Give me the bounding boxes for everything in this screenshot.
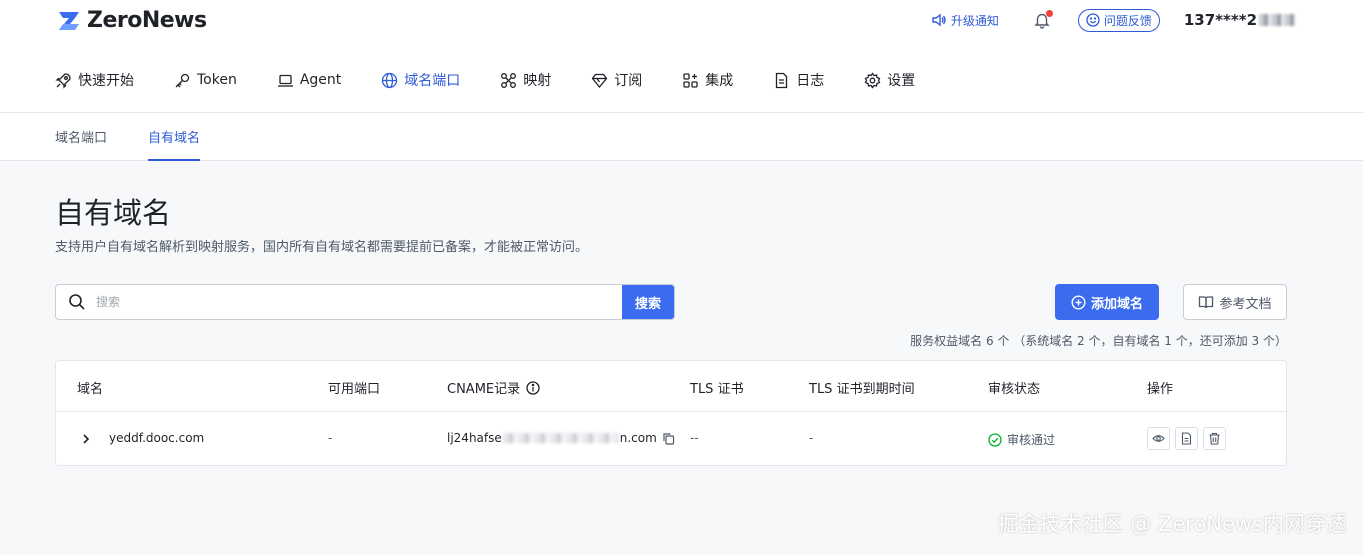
nav-item-agent[interactable]: Agent — [277, 72, 341, 89]
nav-item-label: 快速开始 — [78, 73, 134, 89]
status-cell: 审核通过 — [988, 431, 1055, 448]
smile-icon — [1086, 13, 1100, 27]
quota-text: 服务权益域名 6 个 （系统域名 2 个，自有域名 1 个，还可添加 3 个） — [910, 334, 1287, 348]
nav-item-token[interactable]: Token — [174, 72, 237, 89]
logo[interactable]: ZeroNews — [55, 8, 207, 33]
row-actions — [1147, 427, 1231, 450]
column-header-actions: 操作 — [1147, 382, 1174, 397]
logo-text: ZeroNews — [87, 8, 207, 33]
zeronews-logo-icon — [59, 11, 79, 30]
watermark: 掘金技术社区 @ ZeroNews内网穿透 — [997, 512, 1347, 536]
main-nav: 快速开始 Token Agent 域名端口 映射 订阅 集成 日志 设置 — [55, 68, 915, 92]
page-title: 自有域名 — [55, 196, 172, 230]
document-icon — [1181, 432, 1192, 445]
column-header-cname: CNAME记录 — [447, 378, 540, 397]
rocket-icon — [55, 72, 71, 89]
view-button[interactable] — [1147, 427, 1170, 450]
column-header-cname-label: CNAME记录 — [447, 382, 521, 397]
sub-nav: 域名端口 自有域名 — [0, 113, 1363, 161]
check-circle-icon — [988, 432, 1002, 447]
file-icon — [776, 72, 788, 88]
column-header-tls: TLS 证书 — [690, 382, 744, 397]
copy-icon[interactable] — [662, 432, 675, 445]
mapping-icon — [501, 72, 517, 88]
nav-item-subscription[interactable]: 订阅 — [591, 70, 642, 90]
add-domain-button[interactable]: 添加域名 — [1055, 284, 1159, 320]
cname-cell: lj24hafse n.com — [447, 431, 675, 445]
info-icon[interactable] — [526, 380, 540, 395]
diamond-icon — [591, 73, 608, 88]
add-domain-label: 添加域名 — [1090, 296, 1143, 312]
nav-item-label: Token — [197, 72, 237, 88]
book-icon — [1199, 296, 1214, 309]
table-header: 域名 可用端口 CNAME记录 TLS 证书 TLS 证书到期时间 审核状态 操… — [56, 361, 1286, 412]
nav-item-label: 域名端口 — [404, 73, 461, 89]
column-header-ports: 可用端口 — [328, 382, 381, 397]
user-id: 137****2 — [1183, 11, 1257, 29]
nav-item-label: 映射 — [523, 73, 552, 89]
speaker-icon — [932, 13, 946, 27]
docs-button[interactable]: 参考文档 — [1183, 284, 1287, 320]
nav-item-label: 订阅 — [614, 73, 643, 89]
upgrade-notice-label: 升级通知 — [950, 13, 999, 28]
column-header-tls-expire: TLS 证书到期时间 — [809, 382, 915, 397]
table-row: yeddf.dooc.com - lj24hafse n.com -- - 审核… — [56, 413, 1286, 466]
user-account[interactable]: 137****2 — [1184, 11, 1295, 29]
ports-cell: - — [328, 431, 333, 445]
feedback-label: 问题反馈 — [1103, 13, 1152, 28]
redacted-blur — [1259, 14, 1295, 26]
tls-cell: -- — [690, 431, 699, 445]
nav-item-integration[interactable]: 集成 — [682, 70, 733, 90]
nav-item-label: 设置 — [887, 73, 916, 89]
nav-item-label: Agent — [299, 72, 342, 88]
top-bar: ZeroNews 升级通知 问题反馈 137****2 快速开始 Token A… — [0, 0, 1363, 113]
nav-item-label: 日志 — [796, 73, 825, 89]
cname-end: n.com — [619, 431, 657, 445]
search-icon — [69, 294, 85, 310]
plus-circle-icon — [1071, 294, 1086, 310]
top-actions: 升级通知 问题反馈 137****2 — [931, 8, 1295, 32]
key-icon — [175, 73, 190, 87]
notification-bell[interactable] — [1033, 10, 1053, 29]
domain-cell: yeddf.dooc.com — [109, 431, 205, 445]
tab-domain-port[interactable]: 域名端口 — [55, 127, 107, 161]
page-description: 支持用户自有域名解析到映射服务，国内所有自有域名都需要提前已备案，才能被正常访问… — [55, 240, 589, 255]
tls-expire-cell: - — [809, 431, 814, 445]
search-bar: 搜索 — [55, 284, 675, 320]
redacted-blur — [502, 433, 619, 443]
search-button[interactable]: 搜索 — [622, 285, 674, 319]
nav-item-label: 集成 — [705, 73, 734, 89]
nav-item-settings[interactable]: 设置 — [864, 70, 915, 90]
search-input[interactable] — [96, 285, 622, 319]
unread-dot — [1045, 10, 1053, 17]
domain-table: 域名 可用端口 CNAME记录 TLS 证书 TLS 证书到期时间 审核状态 操… — [55, 360, 1287, 466]
chevron-right-icon[interactable] — [80, 432, 92, 446]
tab-own-domain[interactable]: 自有域名 — [148, 127, 201, 161]
eye-icon — [1152, 435, 1165, 442]
status-label: 审核通过 — [1007, 433, 1056, 447]
gear-icon — [864, 71, 881, 89]
upgrade-notice-link[interactable]: 升级通知 — [931, 12, 999, 29]
delete-button[interactable] — [1203, 427, 1226, 450]
grid-icon — [683, 72, 698, 88]
nav-item-logs[interactable]: 日志 — [773, 70, 824, 90]
column-header-status: 审核状态 — [988, 382, 1041, 397]
edit-button[interactable] — [1175, 427, 1198, 450]
globe-icon — [382, 72, 398, 88]
laptop-icon — [277, 74, 293, 87]
trash-icon — [1209, 432, 1220, 445]
docs-label: 参考文档 — [1219, 296, 1272, 312]
nav-item-mapping[interactable]: 映射 — [500, 70, 551, 90]
feedback-button[interactable]: 问题反馈 — [1077, 8, 1160, 32]
column-header-domain: 域名 — [77, 382, 104, 397]
nav-item-domain-port[interactable]: 域名端口 — [381, 70, 460, 90]
cname-start: lj24hafse — [447, 431, 502, 445]
nav-item-quick-start[interactable]: 快速开始 — [55, 70, 134, 90]
